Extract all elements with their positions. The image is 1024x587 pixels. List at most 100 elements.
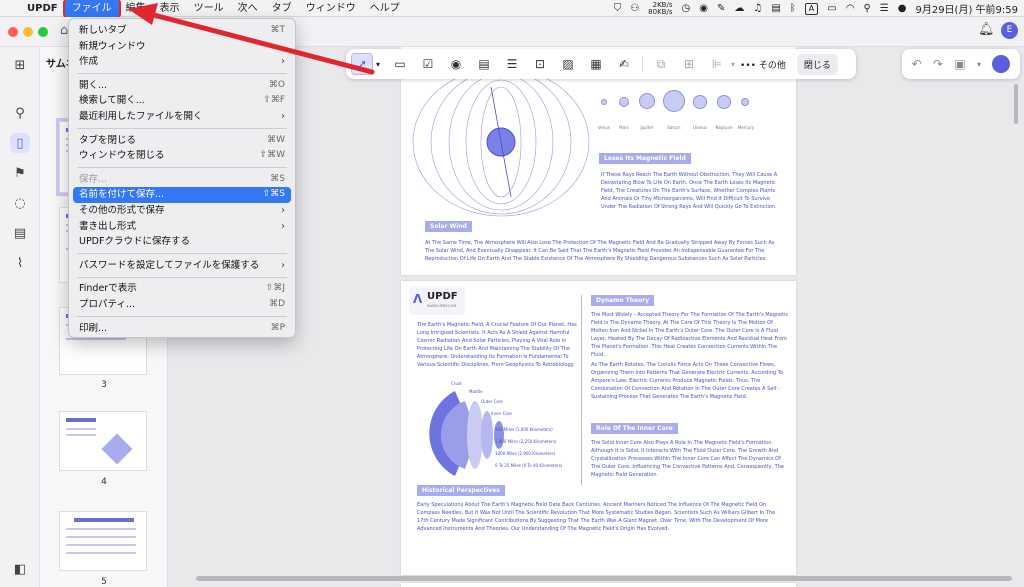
save-chevron-icon[interactable]: ▾: [977, 60, 981, 69]
bell-icon[interactable]: 🔔︎: [978, 22, 995, 37]
menu-separator: [77, 167, 287, 169]
document-view[interactable]: Venus Mars Jupiter Saturn Uranus Neptune…: [168, 47, 1024, 587]
select-tool-icon[interactable]: ➚: [351, 53, 373, 75]
minimize-window-button[interactable]: [23, 27, 33, 37]
close-toolbar-button[interactable]: 閉じる: [796, 53, 838, 75]
layers-icon[interactable]: ◧: [10, 559, 30, 579]
shield-status-icon[interactable]: ⛉: [614, 3, 622, 14]
menu-tools[interactable]: ツール: [187, 0, 231, 17]
menu-open-recent[interactable]: 最近利用したファイルを開く ›: [69, 109, 295, 125]
menu-save-to-cloud[interactable]: UPDFクラウドに保存する: [69, 234, 295, 250]
align-icon[interactable]: ⊫: [706, 53, 728, 75]
user-avatar[interactable]: E: [1001, 22, 1018, 39]
control-center-icon[interactable]: ☰: [880, 3, 889, 14]
undo-icon[interactable]: ↶: [912, 57, 922, 71]
save-icon[interactable]: ▣: [954, 57, 965, 71]
date-field-icon[interactable]: ▦: [585, 53, 607, 75]
menu-view[interactable]: 表示: [153, 0, 187, 17]
menu-close-window[interactable]: ウィンドウを閉じる ⇧⌘W: [69, 148, 295, 164]
more-button[interactable]: ••• その他: [735, 58, 791, 71]
pen-status-icon[interactable]: ✎: [717, 3, 725, 14]
comment-icon[interactable]: ◌: [10, 193, 30, 213]
submenu-arrow-icon: ›: [281, 220, 285, 232]
image-field-icon[interactable]: ▨: [557, 53, 579, 75]
menu-separator: [77, 316, 287, 317]
search-status-icon[interactable]: ⚲: [863, 3, 870, 14]
updf-logo: ᐱ UPDF WWW.UPDF.COM: [409, 287, 465, 315]
grid-layout-icon[interactable]: ⊞: [678, 53, 700, 75]
redo-icon[interactable]: ↷: [933, 57, 943, 71]
wifi-icon[interactable]: ◠: [846, 3, 855, 14]
ai-assistant-icon[interactable]: [992, 55, 1011, 73]
submenu-arrow-icon: ›: [281, 204, 285, 216]
form-icon[interactable]: ▤: [10, 223, 30, 243]
siri-icon[interactable]: ●: [898, 3, 907, 14]
menu-save-other-format[interactable]: その他の形式で保存 ›: [69, 203, 295, 219]
menu-open[interactable]: 開く... ⌘O: [69, 78, 295, 94]
page-number-5: 5: [101, 577, 107, 587]
bluetooth-icon[interactable]: ᛒ: [790, 3, 796, 14]
menu-separator: [77, 128, 287, 130]
grid-icon[interactable]: ⊞: [10, 55, 30, 75]
menu-save-as[interactable]: 名前を付けて保存... ⇧⌘S: [73, 187, 291, 203]
menu-create[interactable]: 作成 ›: [69, 54, 295, 70]
radio-button-icon[interactable]: ◉: [445, 53, 467, 75]
menu-print[interactable]: 印刷... ⌘P: [69, 321, 295, 337]
close-window-button[interactable]: [8, 27, 18, 37]
app-menu[interactable]: UPDF: [20, 0, 65, 17]
battery-icon[interactable]: ▭: [827, 3, 836, 14]
music-status-icon[interactable]: ♫: [753, 3, 762, 14]
menu-save[interactable]: 保存... ⌘S: [69, 172, 295, 188]
menu-edit[interactable]: 編集: [119, 0, 153, 17]
bookmark-icon[interactable]: ⚑: [10, 163, 30, 183]
menu-show-in-finder[interactable]: Finderで表示 ⇧⌘J: [69, 281, 295, 297]
page-thumbnail-4[interactable]: [59, 411, 147, 471]
column-divider: [581, 295, 582, 485]
menu-new-window[interactable]: 新規ウィンドウ: [69, 39, 295, 55]
planet-dot: [693, 95, 707, 109]
signature-icon[interactable]: ✍: [613, 53, 635, 75]
list-box-icon[interactable]: ☰: [501, 53, 523, 75]
layer-label: Mantle: [469, 389, 483, 394]
layer-label: Crust: [451, 381, 462, 386]
attachment-icon[interactable]: ⌇: [10, 253, 30, 273]
menu-password-protect[interactable]: パスワードを設定してファイルを保護する ›: [69, 258, 295, 274]
people-status-icon[interactable]: ⚇: [630, 3, 639, 14]
checkbox-icon[interactable]: ☑: [417, 53, 439, 75]
vertical-scrollbar[interactable]: [1014, 84, 1018, 124]
duplicate-icon[interactable]: ⧉: [650, 53, 672, 75]
menu-go[interactable]: 次へ: [231, 0, 265, 17]
menu-close-tab[interactable]: タブを閉じる ⌘W: [69, 133, 295, 149]
menu-help[interactable]: ヘルプ: [363, 0, 407, 17]
combo-box-icon[interactable]: ▤: [473, 53, 495, 75]
menu-window[interactable]: ウィンドウ: [299, 0, 363, 17]
text-field-icon[interactable]: ▭: [389, 53, 411, 75]
submenu-arrow-icon: ›: [281, 56, 285, 68]
search-icon[interactable]: ⚲: [10, 103, 30, 123]
clock[interactable]: 9月29日(月) 午前9:59: [915, 1, 1018, 16]
planet-dot: [639, 93, 655, 109]
depth-label: 0 To 25 Miles (0 To 40 Kilometers): [495, 463, 563, 468]
menu-tab[interactable]: タブ: [265, 0, 299, 17]
menu-export[interactable]: 書き出し形式 ›: [69, 219, 295, 235]
menu-new-tab[interactable]: 新しいタブ ⌘T: [69, 23, 295, 39]
input-mode-indicator[interactable]: A: [804, 2, 819, 15]
page-thumbnail-5[interactable]: [59, 511, 147, 571]
chevron-down-icon[interactable]: ▾: [376, 60, 380, 69]
menu-search-open[interactable]: 検索して開く... ⇧⌘F: [69, 93, 295, 109]
menu-separator: [77, 73, 287, 75]
menu-file[interactable]: ファイル: [62, 0, 121, 19]
cloud-status-icon[interactable]: ☁: [734, 3, 744, 14]
paragraph-inner-core: The Solid Inner Core Also Plays A Role I…: [591, 440, 784, 478]
pdf-status-icon[interactable]: ▤: [771, 3, 780, 14]
apple-menu-icon[interactable]: [0, 0, 20, 17]
document-icon[interactable]: ▯: [10, 133, 30, 153]
paragraph-loses-magnetic-field: If These Rays Reach The Earth Without Ob…: [601, 172, 778, 210]
zoom-window-button[interactable]: [38, 27, 48, 37]
horizontal-scrollbar[interactable]: [196, 576, 1012, 581]
menu-properties[interactable]: プロパティ... ⌘D: [69, 297, 295, 313]
planet-label: Jupiter: [640, 125, 654, 130]
button-field-icon[interactable]: ⊡: [529, 53, 551, 75]
record-status-icon[interactable]: ◉: [699, 3, 708, 14]
stopwatch-status-icon[interactable]: ◷: [681, 3, 690, 14]
